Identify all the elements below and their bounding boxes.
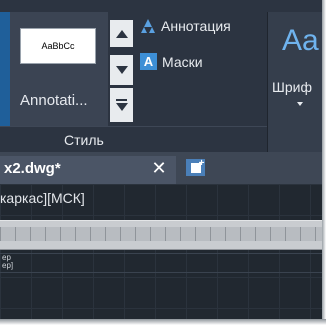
chevron-down-icon bbox=[115, 66, 128, 74]
ruler-ticks bbox=[0, 227, 322, 241]
font-dropdown-icon[interactable] bbox=[297, 102, 303, 106]
tab-label: x2.dwg* bbox=[4, 160, 61, 177]
close-tab-button[interactable]: ✕ bbox=[151, 158, 167, 178]
gallery-scroll-down-button[interactable] bbox=[110, 55, 133, 85]
app-window: AaBbCc Annotati... Аннотация A Маски Сти… bbox=[0, 0, 326, 325]
divider-line bbox=[0, 253, 322, 254]
style-panel-title: Стиль bbox=[64, 132, 104, 148]
annotation-scale-icon bbox=[141, 19, 155, 33]
expand-down-icon bbox=[115, 103, 128, 111]
window-shadow-right bbox=[322, 0, 326, 325]
chevron-up-icon bbox=[115, 29, 128, 38]
style-swatch-text: AaBbCc bbox=[41, 41, 75, 51]
gallery-expand-button[interactable] bbox=[110, 88, 133, 122]
expand-bar-icon bbox=[116, 99, 127, 101]
style-panel-title-bar[interactable] bbox=[0, 126, 267, 152]
divider-line-2 bbox=[0, 272, 322, 273]
ribbon-left-accent bbox=[0, 12, 10, 126]
font-label: Шриф bbox=[272, 79, 312, 95]
style-swatch[interactable]: AaBbCc bbox=[20, 28, 96, 64]
gallery-scroll-up-button[interactable] bbox=[110, 20, 133, 47]
current-style-label: Annotati... bbox=[20, 92, 88, 109]
font-preview: Aa bbox=[282, 24, 319, 57]
new-tab-icon: + bbox=[190, 158, 205, 173]
mask-icon: A bbox=[140, 53, 157, 70]
window-shadow-bottom bbox=[0, 319, 326, 325]
annotation-scale-button[interactable]: Аннотация bbox=[140, 18, 231, 34]
viewport-label[interactable]: каркас][МСК] bbox=[0, 190, 85, 206]
row-labels: ер ер] bbox=[2, 254, 13, 270]
new-tab-button[interactable]: + bbox=[186, 158, 205, 176]
mask-label: Маски bbox=[162, 53, 203, 70]
mask-button[interactable]: A Маски bbox=[140, 53, 203, 70]
row-label-2: ер] bbox=[2, 261, 14, 270]
annotation-scale-label: Аннотация bbox=[161, 18, 231, 34]
